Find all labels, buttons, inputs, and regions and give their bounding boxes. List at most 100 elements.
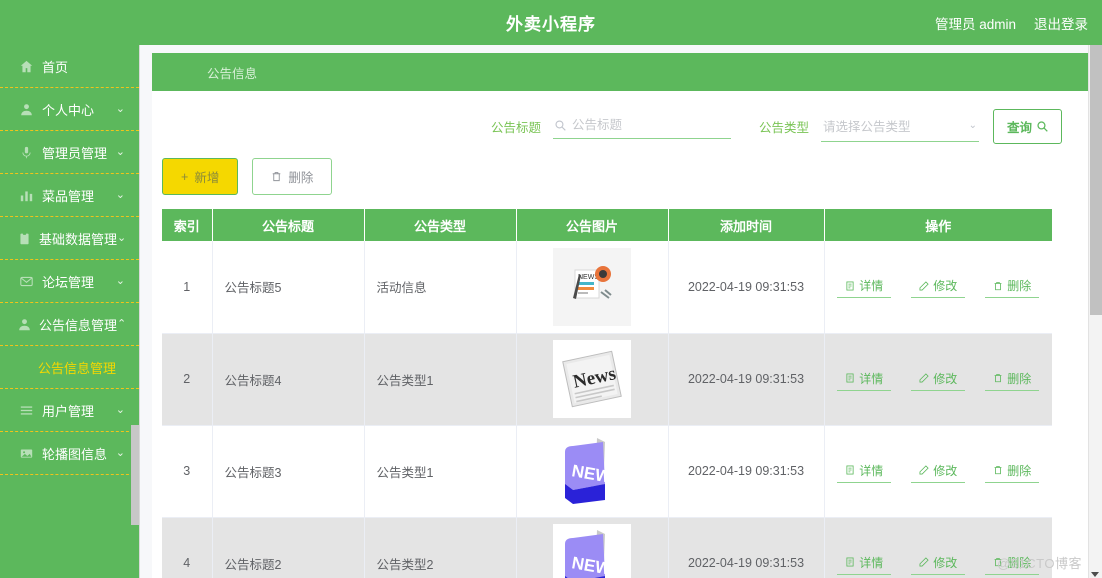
app-header: 外卖小程序 管理员 admin 退出登录 [0, 0, 1102, 45]
cell-actions: 详情 修改 删除 [824, 425, 1052, 518]
column-header-time: 添加时间 [668, 209, 825, 241]
column-header-type: 公告类型 [364, 209, 517, 241]
sidebar-item-label: 个人中心 [42, 102, 95, 118]
filter-title-field[interactable] [552, 114, 731, 139]
delete-button-label: 删除 [288, 171, 314, 185]
action-bar: + 新增 删除 [152, 150, 1090, 209]
column-header-image: 公告图片 [516, 209, 669, 241]
clipboard-icon [18, 230, 31, 246]
chevron-down-icon: ⌄ [115, 145, 125, 158]
sidebar-item-forum-management[interactable]: 论坛管理 ⌄ [0, 260, 139, 303]
breadcrumb-label: 公告信息 [207, 66, 258, 81]
row-delete-button[interactable]: 删除 [985, 552, 1040, 575]
current-user-label: 管理员 admin [934, 16, 1016, 32]
chevron-down-icon: ⌄ [968, 119, 977, 131]
cell-image: NEWS [516, 517, 669, 578]
announcement-table: 索引 公告标题 公告类型 公告图片 添加时间 操作 1 公告标题5 活动信息 N… [162, 209, 1052, 578]
row-delete-label: 删除 [1007, 279, 1032, 294]
plus-icon: + [181, 169, 189, 184]
announcement-type-select[interactable]: 请选择公告类型 ⌄ [820, 112, 979, 142]
sidebar-item-carousel-image[interactable]: 轮播图信息 ⌄ [0, 432, 139, 475]
scrollbar-thumb[interactable] [1090, 45, 1102, 315]
edit-button[interactable]: 修改 [911, 552, 966, 575]
news-illustration-thumb[interactable]: NEWS [553, 247, 631, 326]
sidebar-item-announcement-management[interactable]: 公告信息管理 ⌃ [0, 303, 139, 346]
cell-index: 4 [162, 517, 213, 578]
search-input[interactable] [571, 118, 729, 132]
search-button-label: 查询 [1006, 121, 1032, 135]
cell-title: 公告标题2 [212, 517, 365, 578]
cell-type: 公告类型1 [364, 425, 517, 518]
cell-time: 2022-04-19 09:31:53 [668, 517, 825, 578]
detail-button[interactable]: 详情 [837, 460, 892, 483]
delete-button[interactable]: 删除 [252, 158, 333, 195]
trash-icon [273, 172, 281, 182]
cell-index: 1 [162, 241, 213, 334]
sidebar-item-personal-center[interactable]: 个人中心 ⌄ [0, 88, 139, 131]
sidebar-item-label: 论坛管理 [42, 274, 95, 290]
detail-button[interactable]: 详情 [837, 368, 892, 391]
cell-index: 3 [162, 425, 213, 518]
sidebar-item-home[interactable]: 首页 [0, 45, 139, 88]
edit-button[interactable]: 修改 [911, 368, 966, 391]
sidebar-item-admin-management[interactable]: 管理员管理 ⌄ [0, 131, 139, 174]
cell-time: 2022-04-19 09:31:53 [668, 333, 825, 426]
cell-actions: 详情 修改 删除 [824, 241, 1052, 334]
detail-button[interactable]: 详情 [837, 275, 892, 299]
add-button[interactable]: + 新增 [162, 158, 239, 195]
row-delete-label: 删除 [1007, 555, 1032, 570]
row-delete-button[interactable]: 删除 [985, 275, 1040, 299]
add-button-label: 新增 [194, 171, 220, 185]
row-delete-label: 删除 [1007, 463, 1032, 478]
chevron-down-icon: ⌄ [117, 231, 127, 244]
news-banner-thumb[interactable]: NEWS [553, 524, 631, 578]
column-header-index: 索引 [162, 209, 213, 241]
sidebar-item-basic-data-management[interactable]: 基础数据管理 ⌄ [0, 217, 139, 260]
cell-time: 2022-04-19 09:31:53 [668, 425, 825, 518]
scroll-down-arrow-icon[interactable] [1091, 572, 1099, 577]
sidebar-item-user-management[interactable]: 用户管理 ⌄ [0, 389, 139, 432]
edit-label: 修改 [933, 371, 958, 386]
trash-icon [994, 281, 1002, 290]
sidebar-item-label: 公告信息管理 [39, 317, 118, 333]
detail-label: 详情 [859, 555, 884, 570]
trash-icon [994, 465, 1002, 475]
sidebar-item-dish-management[interactable]: 菜品管理 ⌄ [0, 174, 139, 217]
cell-actions: 详情 修改 删除 [824, 517, 1052, 578]
edit-button[interactable]: 修改 [911, 460, 966, 483]
cell-image: NEWS [516, 425, 669, 518]
detail-label: 详情 [859, 463, 884, 478]
cell-title: 公告标题4 [212, 333, 365, 426]
edit-label: 修改 [933, 279, 958, 294]
row-delete-button[interactable]: 删除 [985, 460, 1040, 483]
search-button[interactable]: 查询 [992, 109, 1062, 144]
chevron-down-icon: ⌄ [115, 446, 125, 459]
detail-button[interactable]: 详情 [837, 552, 892, 575]
cell-title: 公告标题3 [212, 425, 365, 518]
search-icon [1037, 121, 1048, 132]
row-delete-button[interactable]: 删除 [985, 368, 1040, 391]
logout-button[interactable]: 退出登录 [1034, 13, 1088, 33]
table-row[interactable]: 4 公告标题2 公告类型2 NEWS 2022-04-19 09:31:53 详… [162, 517, 1052, 578]
home-icon [18, 58, 34, 74]
envelope-icon [18, 273, 34, 289]
sidebar: 首页 个人中心 ⌄ 管理员管理 ⌄ 菜品管理 ⌄ 基础数据管理 ⌄ 论坛管理 ⌄ [0, 45, 140, 578]
page-scrollbar[interactable] [1088, 45, 1102, 578]
select-value: 请选择公告类型 [822, 119, 911, 134]
sidebar-item-label: 用户管理 [42, 403, 95, 419]
sidebar-subitem-announcement-management[interactable]: 公告信息管理 [0, 346, 139, 389]
row-delete-label: 删除 [1007, 371, 1032, 386]
table-row[interactable]: 3 公告标题3 公告类型1 NEWS 2022-04-19 09:31:53 详… [162, 425, 1052, 518]
cell-actions: 详情 修改 删除 [824, 333, 1052, 426]
sidebar-item-label: 菜品管理 [42, 188, 95, 204]
sidebar-scrollbar[interactable] [131, 425, 139, 525]
news-banner-thumb[interactable]: NEWS [553, 432, 631, 510]
header-right-group: 管理员 admin 退出登录 [935, 13, 1088, 33]
trash-icon [994, 557, 1002, 567]
table-row[interactable]: 1 公告标题5 活动信息 NEWS 2022-04-19 09:31:53 详情… [162, 241, 1052, 334]
pencil-icon [919, 557, 929, 567]
edit-button[interactable]: 修改 [911, 275, 966, 299]
newspaper-thumb[interactable]: News [553, 340, 631, 418]
table-row[interactable]: 2 公告标题4 公告类型1 News 2022-04-19 09:31:53 详… [162, 333, 1052, 426]
edit-label: 修改 [933, 463, 958, 478]
